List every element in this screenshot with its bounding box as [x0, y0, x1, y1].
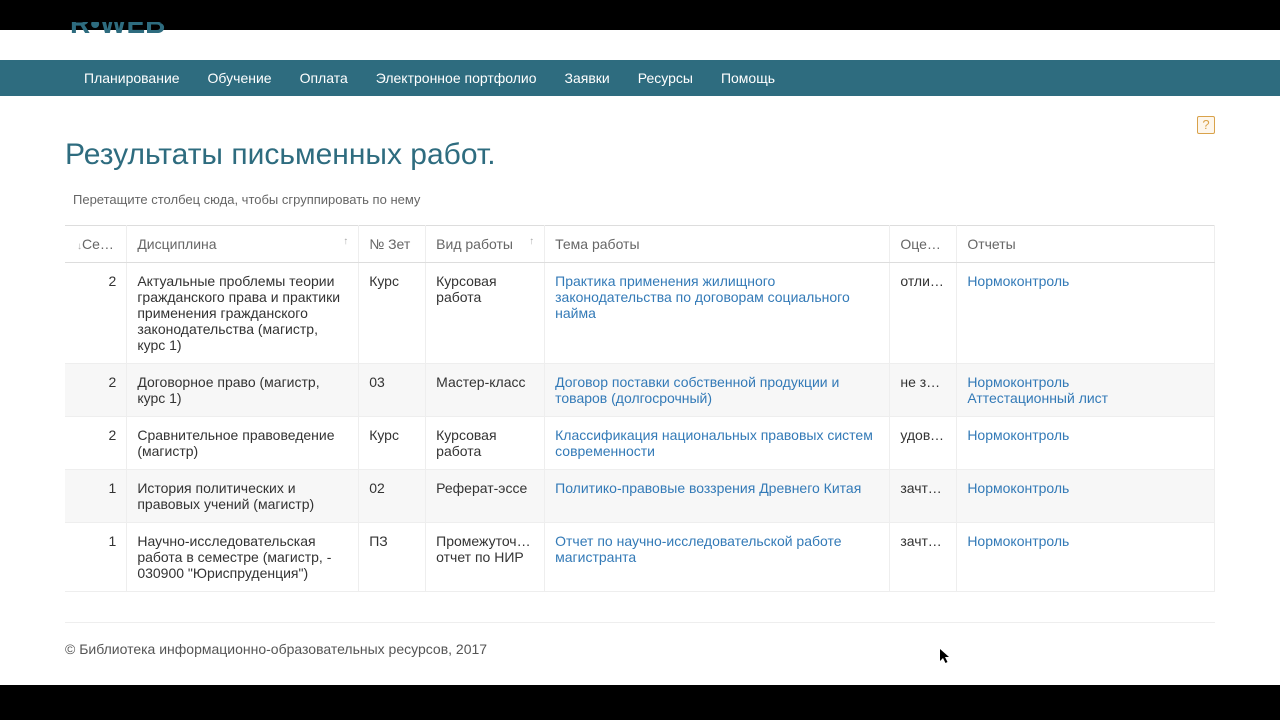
cell-zet: Курс: [359, 417, 426, 470]
cell-reports: Нормоконтроль: [957, 417, 1215, 470]
cell-discipline: Актуальные проблемы теории гражданского …: [127, 263, 359, 364]
cell-work-type: Курсовая работа: [426, 417, 545, 470]
top-black-strip: [0, 0, 1280, 30]
cell-work-type: Реферат-эссе: [426, 470, 545, 523]
cell-topic: Классификация национальных правовых сист…: [545, 417, 890, 470]
table-row: 1 Научно-исследовательская работа в семе…: [65, 523, 1215, 592]
cell-topic: Договор поставки собственной продукции и…: [545, 364, 890, 417]
report-link[interactable]: Нормоконтроль: [967, 533, 1204, 549]
cell-grade: отлич…: [890, 263, 957, 364]
cell-reports: НормоконтрольАттестационный лист: [957, 364, 1215, 417]
cell-zet: 03: [359, 364, 426, 417]
page-content: ? Результаты письменных работ. Перетащит…: [0, 96, 1280, 677]
page-title: Результаты письменных работ.: [65, 138, 1215, 172]
nav-item-requests[interactable]: Заявки: [551, 60, 624, 96]
nav-item-portfolio[interactable]: Электронное портфолио: [362, 60, 551, 96]
bottom-black-strip: [0, 685, 1280, 720]
topic-link[interactable]: Классификация национальных правовых сист…: [555, 427, 873, 459]
nav-item-help[interactable]: Помощь: [707, 60, 789, 96]
cell-semester: 2: [65, 364, 127, 417]
report-link[interactable]: Нормоконтроль: [967, 427, 1204, 443]
table-row: 1 История политических и правовых учений…: [65, 470, 1215, 523]
cell-reports: Нормоконтроль: [957, 470, 1215, 523]
cell-topic: Политико-правовые воззрения Древнего Кит…: [545, 470, 890, 523]
logo-fragment: R•WEB: [70, 22, 165, 40]
table-body: 2 Актуальные проблемы теории гражданског…: [65, 263, 1215, 592]
topic-link[interactable]: Отчет по научно-исследовательской работе…: [555, 533, 841, 565]
col-header-grade[interactable]: Оценка: [890, 226, 957, 263]
topic-link[interactable]: Договор поставки собственной продукции и…: [555, 374, 839, 406]
nav-item-education[interactable]: Обучение: [194, 60, 286, 96]
cell-semester: 1: [65, 470, 127, 523]
topic-link[interactable]: Политико-правовые воззрения Древнего Кит…: [555, 480, 861, 496]
footer-text: © Библиотека информационно-образовательн…: [65, 641, 1215, 657]
table-row: 2 Актуальные проблемы теории гражданског…: [65, 263, 1215, 364]
help-icon[interactable]: ?: [1197, 116, 1215, 134]
cell-discipline: Сравнительное правоведение (магистр): [127, 417, 359, 470]
main-navbar: Планирование Обучение Оплата Электронное…: [0, 60, 1280, 96]
cell-grade: зачтено: [890, 523, 957, 592]
nav-item-resources[interactable]: Ресурсы: [624, 60, 707, 96]
cell-zet: Курс: [359, 263, 426, 364]
table-row: 2 Договорное право (магистр, курс 1) 03 …: [65, 364, 1215, 417]
results-table: ↓Се… Дисциплина↑ № Зет Вид работы↑ Тема …: [65, 225, 1215, 592]
report-link[interactable]: Нормоконтроль: [967, 374, 1204, 390]
cell-zet: ПЗ: [359, 523, 426, 592]
table-row: 2 Сравнительное правоведение (магистр) К…: [65, 417, 1215, 470]
topic-link[interactable]: Практика применения жилищного законодате…: [555, 273, 850, 321]
cell-grade: удовл…: [890, 417, 957, 470]
cell-zet: 02: [359, 470, 426, 523]
table-header-row: ↓Се… Дисциплина↑ № Зет Вид работы↑ Тема …: [65, 226, 1215, 263]
col-header-discipline[interactable]: Дисциплина↑: [127, 226, 359, 263]
cell-discipline: Договорное право (магистр, курс 1): [127, 364, 359, 417]
cell-discipline: Научно-исследовательская работа в семест…: [127, 523, 359, 592]
report-link[interactable]: Нормоконтроль: [967, 273, 1204, 289]
cell-reports: Нормоконтроль: [957, 523, 1215, 592]
col-header-work-type[interactable]: Вид работы↑: [426, 226, 545, 263]
cell-topic: Отчет по научно-исследовательской работе…: [545, 523, 890, 592]
cell-grade: зачтено: [890, 470, 957, 523]
cell-semester: 1: [65, 523, 127, 592]
cell-work-type: Промежуточ… отчет по НИР: [426, 523, 545, 592]
cell-reports: Нормоконтроль: [957, 263, 1215, 364]
col-header-reports[interactable]: Отчеты: [957, 226, 1215, 263]
cell-semester: 2: [65, 417, 127, 470]
footer-divider: [65, 622, 1215, 623]
col-header-topic[interactable]: Тема работы: [545, 226, 890, 263]
nav-item-payment[interactable]: Оплата: [286, 60, 362, 96]
cell-work-type: Мастер-класс: [426, 364, 545, 417]
report-link[interactable]: Нормоконтроль: [967, 480, 1204, 496]
col-header-zet[interactable]: № Зет: [359, 226, 426, 263]
cell-work-type: Курсовая работа: [426, 263, 545, 364]
header-area: R•WEB: [0, 30, 1280, 60]
cell-discipline: История политических и правовых учений (…: [127, 470, 359, 523]
cell-grade: не зачтено: [890, 364, 957, 417]
cell-topic: Практика применения жилищного законодате…: [545, 263, 890, 364]
cell-semester: 2: [65, 263, 127, 364]
group-by-hint[interactable]: Перетащите столбец сюда, чтобы сгруппиро…: [65, 192, 1215, 207]
report-link[interactable]: Аттестационный лист: [967, 390, 1204, 406]
col-header-semester[interactable]: ↓Се…: [65, 226, 127, 263]
nav-item-planning[interactable]: Планирование: [70, 60, 194, 96]
